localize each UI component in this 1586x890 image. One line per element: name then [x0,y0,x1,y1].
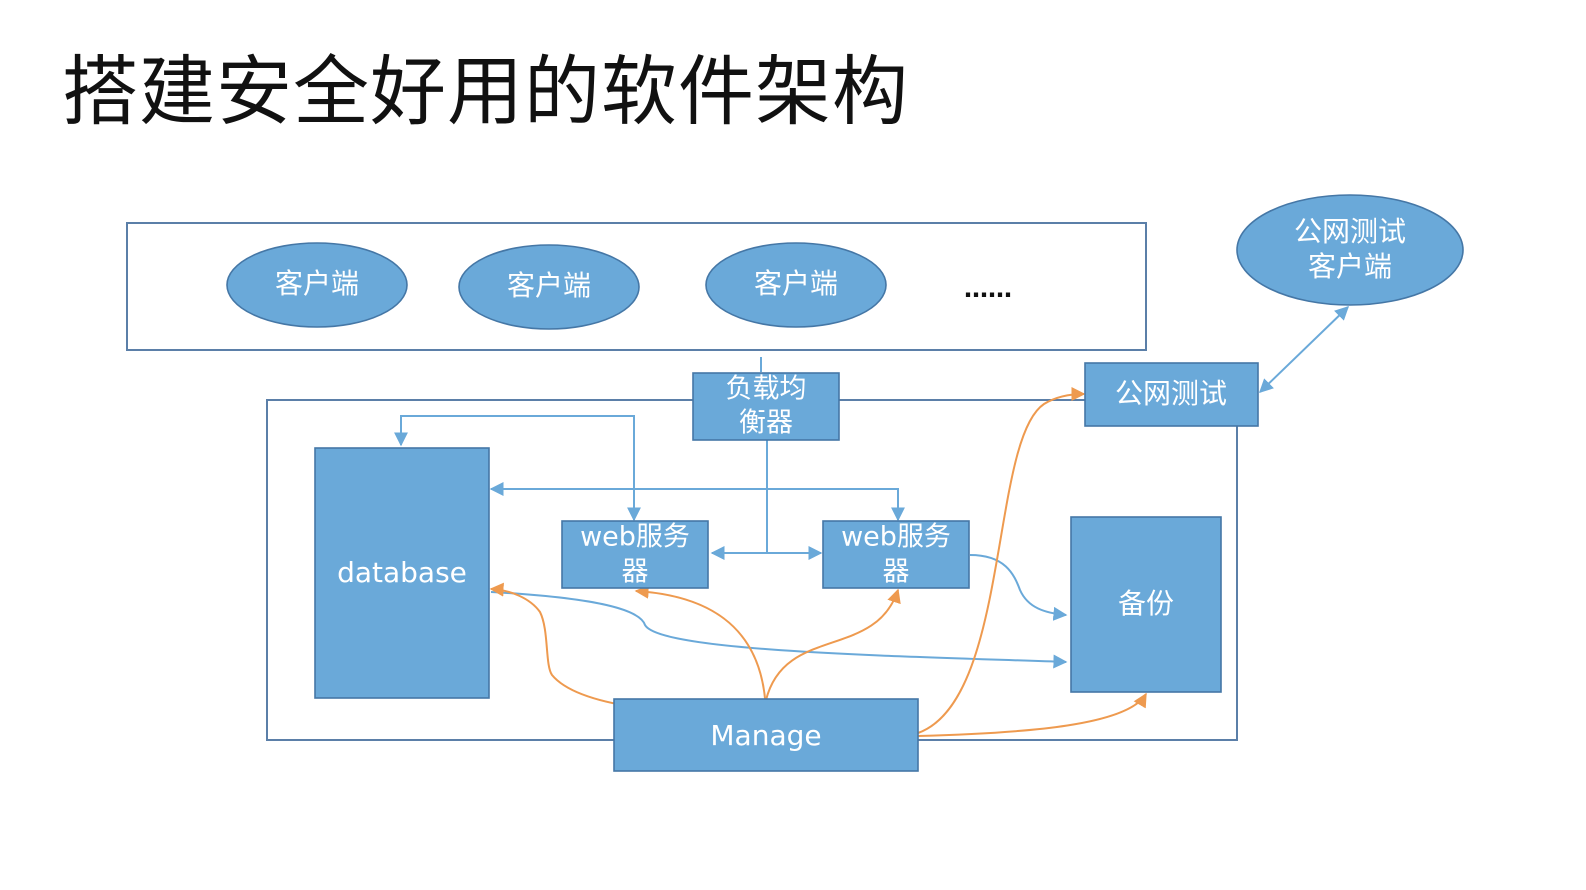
web-server-node-1: web服务 器 [561,520,709,589]
backup-node: 备份 [1070,516,1222,693]
public-test-label: 公网测试 [1115,377,1227,410]
more-clients-ellipsis: …… [964,275,1012,303]
public-test-client-label-line1: 公网测试 [1294,215,1406,248]
client-node-2-label: 客户端 [507,269,591,302]
client-node-1: 客户端 [226,242,408,328]
database-label: database [337,556,467,589]
load-balancer-label-line2: 衡器 [739,408,793,439]
web-server-2-label-line1: web服务 [841,522,951,553]
database-node: database [314,447,490,699]
client-node-3-label: 客户端 [754,267,838,300]
backup-label: 备份 [1118,587,1174,620]
client-node-2: 客户端 [458,244,640,330]
web-server-2-label-line2: 器 [883,557,910,588]
public-test-client-node: 公网测试 客户端 [1236,194,1464,306]
client-node-1-label: 客户端 [275,267,359,300]
web-server-1-label-line2: 器 [622,557,649,588]
web-server-1-label-line1: web服务 [580,522,690,553]
public-test-node: 公网测试 [1084,362,1259,427]
web-server-node-2: web服务 器 [822,520,970,589]
manage-label: Manage [710,719,821,752]
public-test-to-public-client-arrow [1258,306,1350,393]
architecture-diagram: 客户端 客户端 客户端 …… 公网测试 客户端 负载均 衡器 公网测试 data… [126,194,1464,772]
load-balancer-node: 负载均 衡器 [692,372,840,441]
client-node-3: 客户端 [705,242,887,328]
public-test-client-label-line2: 客户端 [1308,250,1392,283]
load-balancer-label-line1: 负载均 [726,374,807,405]
manage-node: Manage [613,698,919,772]
